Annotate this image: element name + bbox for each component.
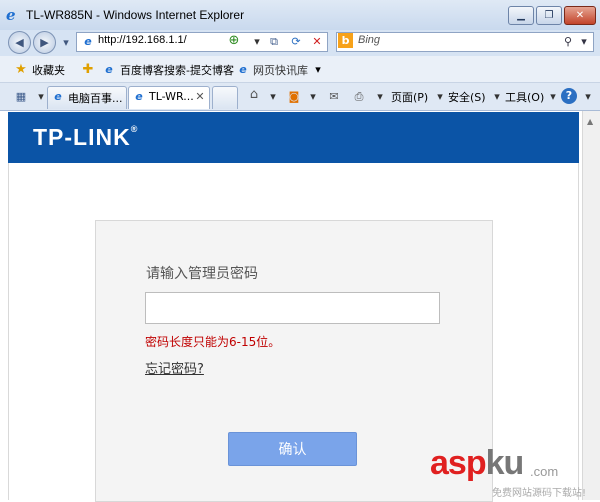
safety-menu[interactable]: 安全(S) (448, 89, 486, 105)
password-prompt: 请输入管理员密码 (146, 266, 258, 282)
tplink-logo-text: TP-LINK (33, 124, 131, 150)
search-icon[interactable]: ⚲ (560, 34, 576, 50)
favorites-star-icon: ★ (15, 62, 27, 77)
tab-label-diannao[interactable]: 电脑百事... (68, 90, 123, 106)
password-input[interactable] (145, 292, 440, 324)
page-right-border (578, 163, 579, 500)
password-error-message: 密码长度只能为6-15位。 (145, 335, 281, 349)
fav-item-web-slices[interactable]: 网页快讯库 (253, 62, 308, 78)
home-icon[interactable]: ⌂ (246, 87, 262, 103)
bing-logo-icon: b (338, 33, 353, 48)
feeds-icon[interactable]: ◙ (286, 89, 302, 105)
watermark-logo: aspku (430, 444, 525, 483)
tab-ie-icon-active: e (135, 90, 143, 103)
tplink-logo: TP-LINK® (33, 124, 138, 151)
tab-close-icon[interactable]: ✕ (192, 89, 208, 105)
search-placeholder: Bing (358, 34, 381, 46)
watermark-subtitle: 免费网站源码下载站! (492, 488, 587, 499)
compatibility-icon[interactable]: ⊕ (226, 33, 242, 49)
window-title: TL-WR885N - Windows Internet Explorer (26, 8, 245, 22)
tplink-logo-mark: ® (130, 124, 139, 134)
compat-view-icon[interactable]: ⧉ (266, 34, 282, 50)
scroll-up-icon[interactable]: ▲ (587, 117, 593, 126)
forward-button[interactable]: ▶ (33, 31, 56, 54)
close-button[interactable]: ✕ (564, 6, 596, 25)
read-mail-icon[interactable]: ✉ (326, 89, 342, 105)
help-dropdown-icon[interactable]: ▾ (580, 89, 596, 105)
tools-menu-chevron-icon[interactable]: ▾ (545, 89, 561, 105)
stop-icon[interactable]: ✕ (309, 34, 325, 50)
fav-item-baidu-blog[interactable]: 百度博客搜索-提交博客 (120, 62, 234, 78)
fav-item-ie-icon: e (105, 63, 113, 76)
web-slices-dropdown-icon[interactable]: ▾ (310, 62, 326, 78)
fav-item-ie-icon-2: e (239, 63, 247, 76)
home-dropdown-icon[interactable]: ▾ (265, 89, 281, 105)
feeds-dropdown-icon[interactable]: ▾ (305, 89, 321, 105)
page-menu-chevron-icon[interactable]: ▾ (432, 89, 448, 105)
vertical-scrollbar[interactable]: ▲ (582, 111, 600, 500)
favorites-button[interactable]: 收藏夹 (32, 62, 65, 78)
refresh-icon[interactable]: ⟳ (288, 34, 304, 50)
watermark-asp: asp (430, 444, 487, 482)
confirm-button[interactable]: 确认 (228, 432, 357, 466)
print-icon[interactable]: ⎙ (351, 89, 367, 105)
forgot-password-link[interactable]: 忘记密码? (145, 358, 204, 377)
address-url[interactable]: http://192.168.1.1/ (98, 34, 187, 46)
help-icon[interactable]: ? (561, 88, 577, 104)
back-button[interactable]: ◀ (8, 31, 31, 54)
new-tab-button[interactable] (212, 86, 238, 109)
page-ie-icon: e (84, 35, 92, 48)
tools-menu[interactable]: 工具(O) (505, 89, 544, 105)
safety-menu-chevron-icon[interactable]: ▾ (489, 89, 505, 105)
tab-ie-icon: e (54, 90, 62, 103)
maximize-button[interactable]: ❐ (536, 6, 562, 25)
nav-history-chevron-icon[interactable]: ▾ (58, 35, 74, 51)
page-menu[interactable]: 页面(P) (391, 89, 428, 105)
tab-label-tlwr[interactable]: TL-WR... (149, 90, 194, 103)
ie-logo-icon: e (6, 6, 16, 24)
quick-tabs-icon[interactable]: ▦ (13, 89, 29, 105)
watermark-com: .com (530, 464, 559, 479)
print-dropdown-icon[interactable]: ▾ (372, 89, 388, 105)
search-options-chevron-icon[interactable]: ▾ (576, 34, 592, 50)
page-left-border (8, 163, 9, 500)
add-favorite-icon[interactable]: ✚ (80, 62, 96, 78)
minimize-button[interactable]: ▁ (508, 6, 534, 25)
address-dropdown-icon[interactable]: ▾ (249, 34, 265, 50)
watermark-ku: ku (485, 444, 525, 482)
